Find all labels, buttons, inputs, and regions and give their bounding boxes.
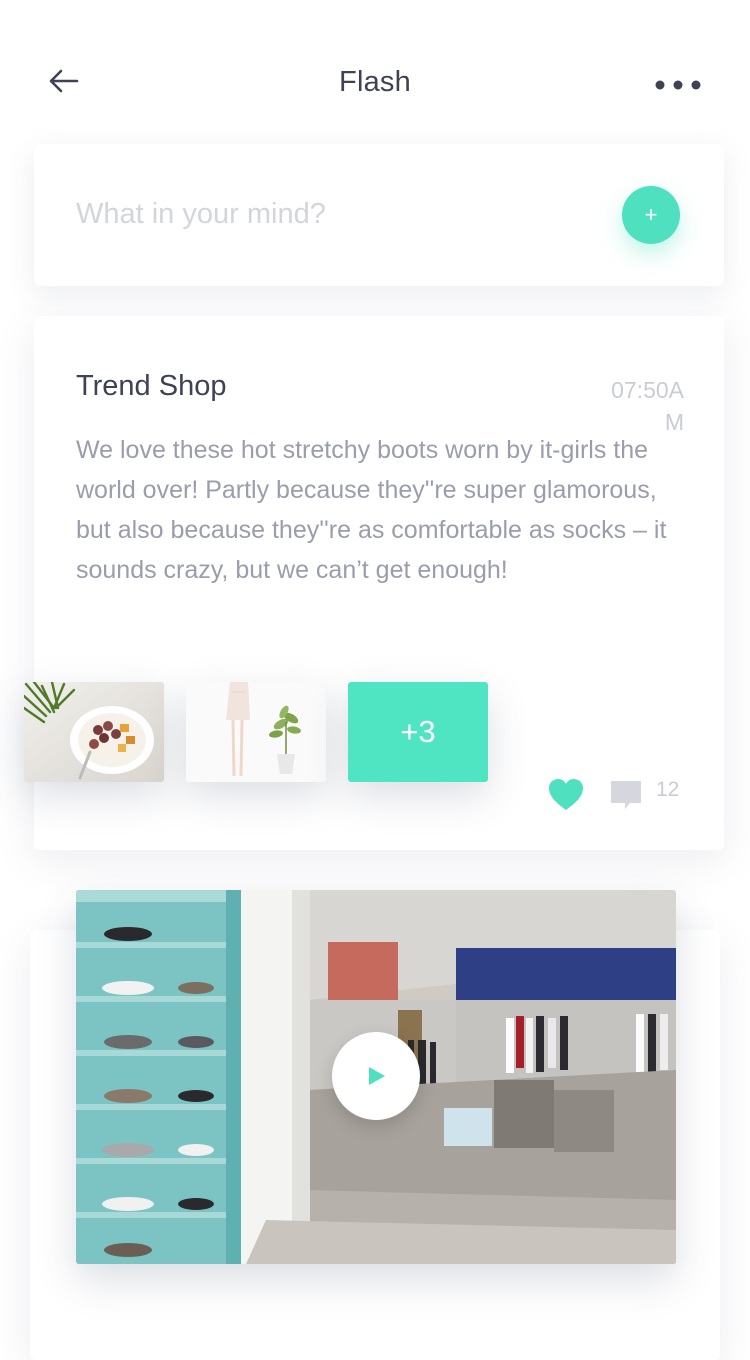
play-button[interactable] — [332, 1032, 420, 1120]
heart-icon — [549, 779, 583, 810]
more-images-tile[interactable]: +3 — [348, 682, 488, 782]
comment-count: 12 — [656, 778, 680, 801]
post-timestamp: 07:50AM — [611, 377, 684, 435]
food-bowl-photo — [24, 682, 164, 782]
more-dots-icon — [655, 80, 701, 90]
post-author[interactable]: Trend Shop — [76, 370, 226, 403]
post-body: We love these hot stretchy boots worn by… — [76, 436, 667, 584]
comment-button[interactable] — [608, 778, 644, 814]
video-thumbnail[interactable] — [76, 890, 676, 1264]
more-options-button[interactable] — [652, 76, 704, 94]
post-image-thumbnail[interactable] — [24, 682, 164, 782]
top-bar: Flash — [0, 0, 750, 140]
page-title: Flash — [339, 66, 411, 98]
like-button[interactable] — [548, 778, 584, 812]
compose-input[interactable] — [76, 188, 576, 240]
post-image-thumbnail[interactable] — [186, 682, 326, 782]
compose-card: + — [34, 144, 724, 286]
comment-icon — [611, 781, 641, 809]
add-post-button[interactable]: + — [622, 186, 680, 244]
play-icon — [369, 1067, 385, 1085]
fashion-plant-photo — [186, 682, 326, 782]
